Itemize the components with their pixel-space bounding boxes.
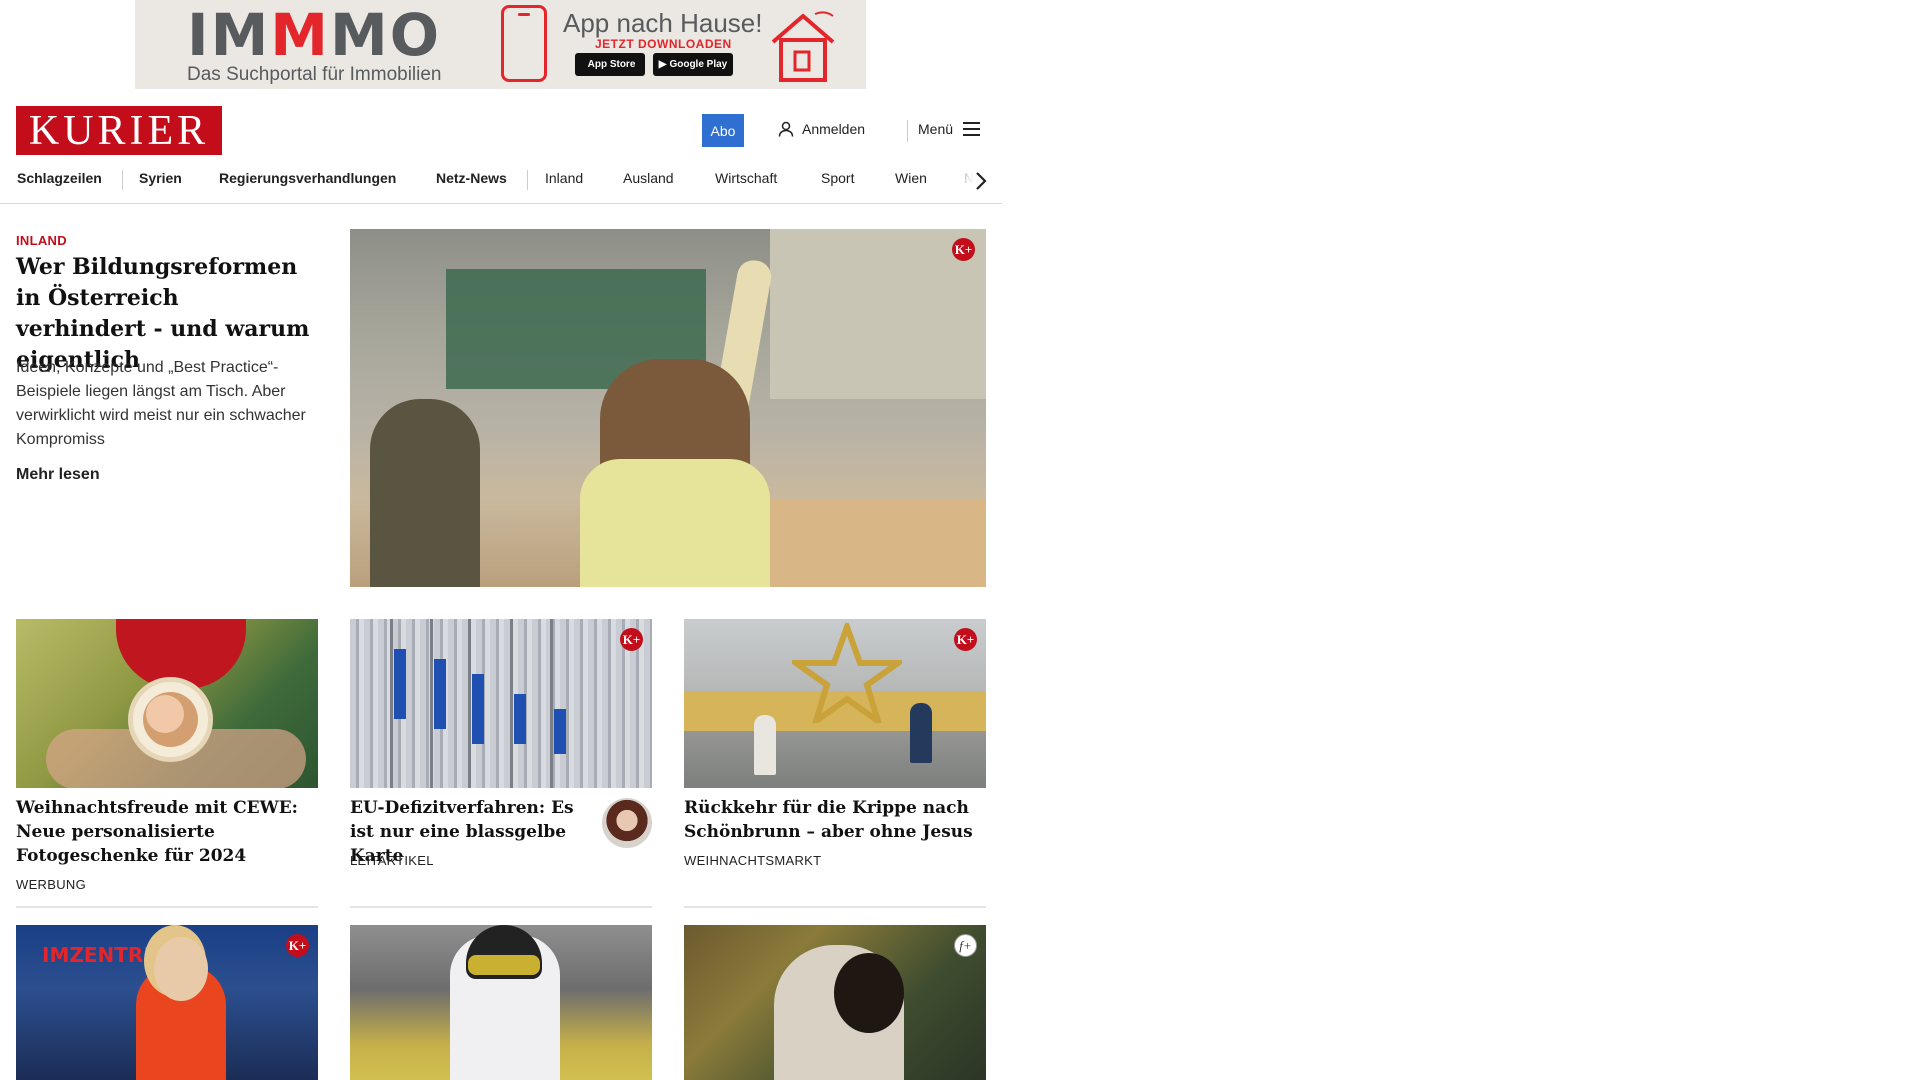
nav-item-regierungsverhandlungen[interactable]: Regierungsverhandlungen [219,170,396,186]
image-detail [472,674,484,744]
ad-headline: App nach Hause! [563,8,763,38]
hero-image[interactable]: K+ [350,229,986,587]
image-detail [394,649,406,719]
app-store-button[interactable]: App Store [575,53,645,76]
kurier-plus-badge: K+ [952,238,975,261]
kurier-plus-badge: K+ [954,628,977,651]
ad-tagline: Das Suchportal für Immobilien [187,64,442,85]
image-detail [510,619,513,788]
image-detail [370,399,480,587]
image-detail [910,703,932,763]
card-title[interactable]: Rückkehr für die Krippe nach Schönbrunn … [684,796,986,844]
card-image[interactable] [16,619,318,788]
header-divider [907,120,908,142]
star-icon [792,623,902,723]
card-image[interactable]: K+ [684,619,986,788]
image-detail [468,955,540,975]
nav-separator [122,170,123,190]
row-divider [350,906,652,908]
kurier-logo[interactable]: KURIER [16,106,222,155]
ad-cta: JETZT DOWNLOADEN [595,37,732,51]
google-play-button[interactable]: ▶ Google Play [653,53,733,76]
card-tag: LEITARTIKEL [350,853,434,868]
nav-item-sport[interactable]: Sport [821,170,854,186]
card-image[interactable] [350,925,652,1080]
kurier-plus-badge: K+ [286,934,309,957]
card-image[interactable]: IMZENTRUM K+ [16,925,318,1080]
hamburger-icon [963,122,981,136]
house-icon [771,11,835,82]
section-nav: Schlagzeilen Syrien Regierungsverhandlun… [0,162,1002,204]
menu-button[interactable]: Menü [918,121,981,137]
abo-button[interactable]: Abo [702,114,744,147]
read-more-link[interactable]: Mehr lesen [16,466,100,484]
image-detail [550,619,553,788]
image-detail [154,937,208,1001]
card-image[interactable]: K+ [350,619,652,788]
kurier-plus-badge: K+ [620,628,643,651]
nav-item-syrien[interactable]: Syrien [139,170,182,186]
nav-item-ausland[interactable]: Ausland [623,170,674,186]
image-detail [390,619,393,788]
row-divider [16,906,318,908]
card-tag: WEIHNACHTSMARKT [684,853,822,868]
image-detail [434,659,446,729]
image-detail [468,619,471,788]
chevron-right-icon[interactable] [968,167,992,195]
image-detail [580,459,770,587]
phone-icon [501,5,547,82]
nav-item-wirtschaft[interactable]: Wirtschaft [715,170,777,186]
nav-separator [527,170,528,190]
nav-item-inland[interactable]: Inland [545,170,583,186]
image-detail [834,953,904,1033]
hero-teaser: Ideen, Konzepte und „Best Practice“-Beis… [16,359,306,448]
image-detail [128,677,213,762]
menu-label: Menü [918,121,954,137]
card-tag: WERBUNG [16,877,86,892]
play-icon: ▶ [658,59,667,70]
ad-banner[interactable]: IMMMO Das Suchportal für Immobilien App … [135,0,866,89]
author-avatar [602,798,652,848]
card-image[interactable]: f+ [684,925,986,1080]
login-button[interactable]: Anmelden [778,121,865,137]
nav-item-netz-news[interactable]: Netz-News [436,170,507,186]
image-detail [430,619,433,788]
image-detail [514,694,526,744]
login-label: Anmelden [802,121,866,137]
hero-kicker[interactable]: INLAND [16,233,67,248]
ad-logo: IMMMO [187,1,442,69]
user-icon [778,121,794,137]
card-title[interactable]: Weihnachtsfreude mit CEWE: Neue personal… [16,796,318,868]
image-detail [754,715,776,775]
freizeit-plus-badge: f+ [954,934,977,957]
nav-item-schlagzeilen[interactable]: Schlagzeilen [17,170,102,186]
nav-item-wien[interactable]: Wien [895,170,927,186]
image-detail [554,709,566,754]
row-divider [684,906,986,908]
